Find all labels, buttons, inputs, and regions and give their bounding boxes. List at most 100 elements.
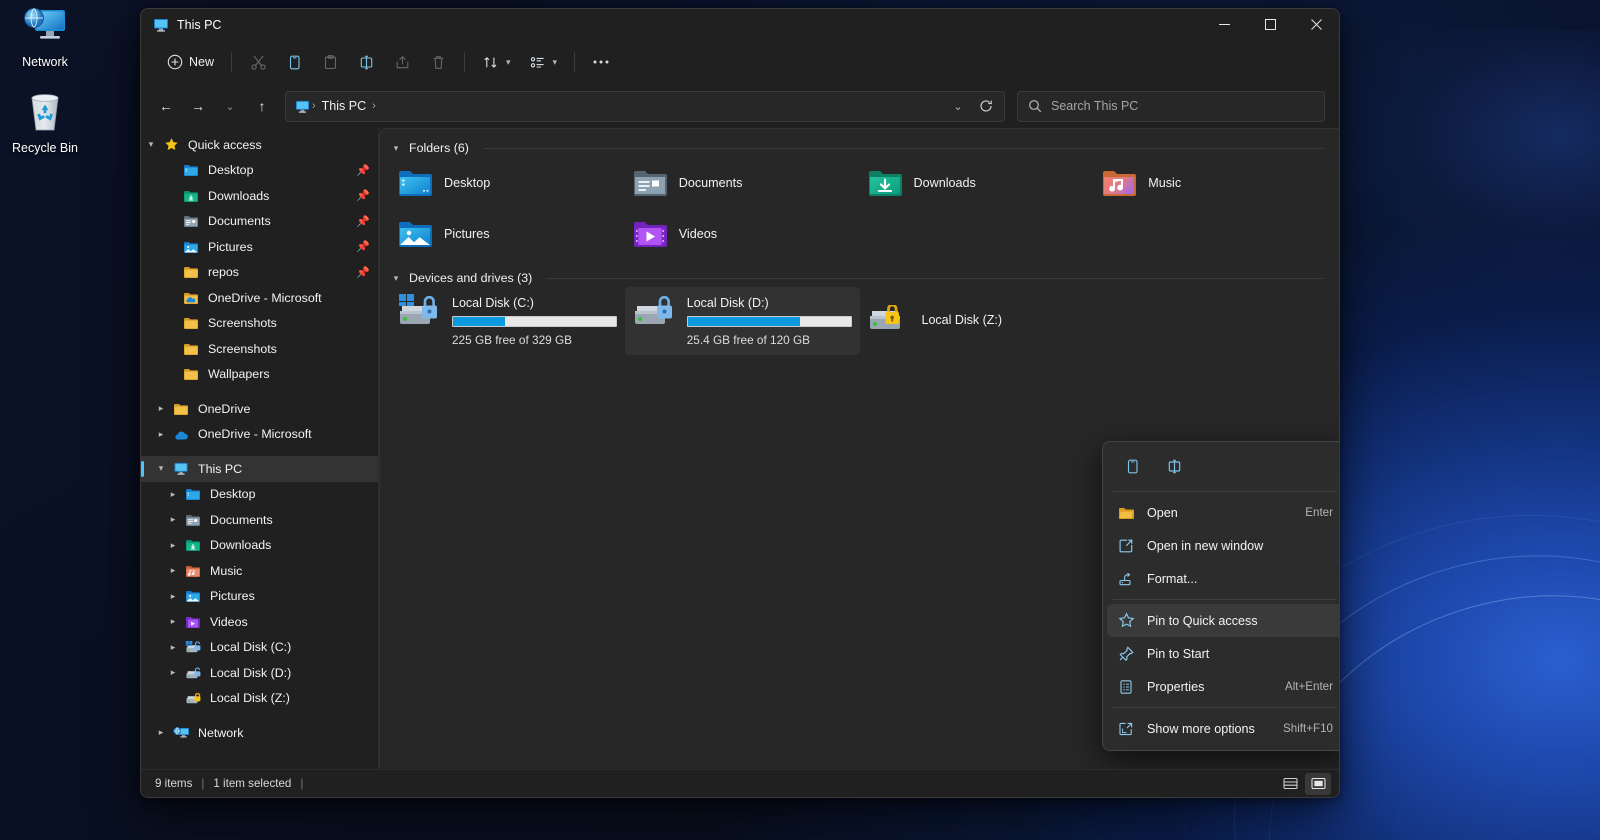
desktop-icon-recycle-bin[interactable]: Recycle Bin [0,86,90,156]
back-button[interactable]: ← [151,91,181,121]
chevron-down-icon[interactable]: ▾ [141,139,161,150]
folder-tile-downloads[interactable]: Downloads [860,157,1095,208]
chevron-down-icon[interactable]: ▾ [151,463,171,474]
nav-item-downloads[interactable]: Downloads 📌 [141,183,378,209]
drive-tile-local-disk-d[interactable]: Local Disk (D:) 25.4 GB free of 120 GB [625,287,860,355]
desktop-icon-network[interactable]: Network [0,0,90,70]
delete-button[interactable] [421,46,455,78]
videos-folder-icon [183,615,203,629]
refresh-button[interactable] [972,93,1000,120]
nav-item-onedrive[interactable]: ▸ OneDrive [141,396,378,422]
search-input[interactable]: Search This PC [1017,91,1325,122]
nav-item-pictures[interactable]: Pictures 📌 [141,234,378,260]
maximize-button[interactable] [1247,9,1293,40]
context-menu-item-pin-to-quick-access[interactable]: Pin to Quick access [1107,604,1339,637]
chevron-right-icon[interactable]: ▸ [163,616,183,627]
navigation-pane[interactable]: ▾ Quick access Desktop 📌 [141,128,379,769]
chevron-right-icon[interactable]: ▸ [163,514,183,525]
this-pc-icon [294,98,311,115]
content-pane[interactable]: ▾ Folders (6) [379,128,1339,769]
rename-icon-button[interactable] [1155,450,1193,482]
group-header-folders[interactable]: ▾ Folders (6) [380,129,1339,157]
context-menu-item-open-in-new-window[interactable]: Open in new window [1107,529,1339,562]
nav-label: Wallpapers [208,367,270,381]
nav-item-pc-videos[interactable]: ▸ Videos [141,609,378,635]
chevron-right-icon[interactable]: ▸ [163,540,183,551]
nav-item-network[interactable]: ▸ Network [141,720,378,746]
folder-tile-documents[interactable]: Documents [625,157,860,208]
copy-button[interactable] [277,46,311,78]
chevron-right-icon[interactable]: ▸ [151,429,171,440]
group-rule [484,148,1323,149]
rename-button[interactable] [349,46,383,78]
close-button[interactable] [1293,9,1339,40]
up-button[interactable]: ↑ [247,91,277,121]
nav-item-pc-pictures[interactable]: ▸ Pictures [141,584,378,610]
minimize-button[interactable] [1201,9,1247,40]
address-dropdown-button[interactable]: ⌄ [944,93,972,120]
address-bar[interactable]: › This PC › ⌄ [285,91,1005,122]
chevron-down-icon[interactable]: ▾ [390,143,402,154]
nav-item-screenshots-1[interactable]: Screenshots [141,311,378,337]
cut-button[interactable] [241,46,275,78]
toolbar-separator [464,52,465,72]
drive-icon [633,293,677,331]
chevron-right-icon[interactable]: ▸ [163,642,183,653]
pin-icon [1117,645,1135,662]
nav-item-repos[interactable]: repos 📌 [141,260,378,286]
nav-item-pc-documents[interactable]: ▸ Documents [141,507,378,533]
search-placeholder: Search This PC [1051,99,1138,113]
view-button[interactable]: ▾ [521,46,566,78]
chevron-right-icon[interactable]: ▸ [163,667,183,678]
sort-button[interactable]: ▾ [474,46,519,78]
nav-item-this-pc[interactable]: ▾ This PC [141,456,378,482]
share-button[interactable] [385,46,419,78]
context-menu-item-format[interactable]: Format... [1107,562,1339,595]
context-menu-item-pin-to-start[interactable]: Pin to Start [1107,637,1339,670]
chevron-right-icon[interactable]: ▸ [163,489,183,500]
nav-item-documents[interactable]: Documents 📌 [141,209,378,235]
new-button[interactable]: New [159,46,222,78]
nav-item-wallpapers[interactable]: Wallpapers [141,362,378,388]
large-icons-view-button[interactable] [1305,773,1331,795]
folder-tile-videos[interactable]: Videos [625,208,860,259]
breadcrumb-item-this-pc[interactable]: This PC [317,97,371,115]
paste-button[interactable] [313,46,347,78]
copy-icon-button[interactable] [1113,450,1151,482]
drive-tile-local-disk-z[interactable]: Local Disk (Z:) [860,287,1095,355]
nav-item-desktop[interactable]: Desktop 📌 [141,158,378,184]
folder-tile-pictures[interactable]: Pictures [390,208,625,259]
forward-button[interactable]: → [183,91,213,121]
recent-locations-button[interactable]: ⌄ [215,91,245,121]
details-view-button[interactable] [1277,773,1303,795]
chevron-right-icon[interactable]: ▸ [163,591,183,602]
more-button[interactable] [584,46,618,78]
drive-tile-local-disk-c[interactable]: Local Disk (C:) 225 GB free of 329 GB [390,287,625,355]
folder-tile-music[interactable]: Music [1094,157,1329,208]
context-menu-item-show-more-options[interactable]: Show more options Shift+F10 [1107,712,1339,745]
chevron-right-icon[interactable]: ▸ [151,727,171,738]
nav-item-screenshots-2[interactable]: Screenshots [141,336,378,362]
context-menu[interactable]: Open Enter Open in new window [1102,441,1339,751]
context-menu-item-properties[interactable]: Properties Alt+Enter [1107,670,1339,703]
nav-item-local-disk-d[interactable]: ▸ Local Disk (D:) [141,660,378,686]
nav-item-local-disk-c[interactable]: ▸ Local Disk (C:) [141,635,378,661]
chevron-right-icon[interactable]: ▸ [151,403,171,414]
folder-tile-desktop[interactable]: Desktop [390,157,625,208]
breadcrumb-separator[interactable]: › [371,100,377,112]
chevron-down-icon[interactable]: ▾ [390,273,402,284]
nav-item-pc-desktop[interactable]: ▸ Desktop [141,482,378,508]
nav-item-pc-downloads[interactable]: ▸ Downloads [141,533,378,559]
context-menu-item-open[interactable]: Open Enter [1107,496,1339,529]
nav-item-quick-access[interactable]: ▾ Quick access [141,132,378,158]
nav-item-pc-music[interactable]: ▸ Music [141,558,378,584]
chevron-right-icon[interactable]: ▸ [163,565,183,576]
desktop-folder-icon [181,163,201,177]
music-folder-icon [1102,168,1136,198]
nav-label: Screenshots [208,342,277,356]
group-header-drives[interactable]: ▾ Devices and drives (3) [380,259,1339,287]
nav-item-onedrive-microsoft[interactable]: ▸ OneDrive - Microsoft [141,422,378,448]
desktop-icon-label: Network [0,55,90,70]
nav-item-local-disk-z[interactable]: Local Disk (Z:) [141,686,378,712]
nav-item-onedrive-microsoft-qa[interactable]: OneDrive - Microsoft [141,285,378,311]
